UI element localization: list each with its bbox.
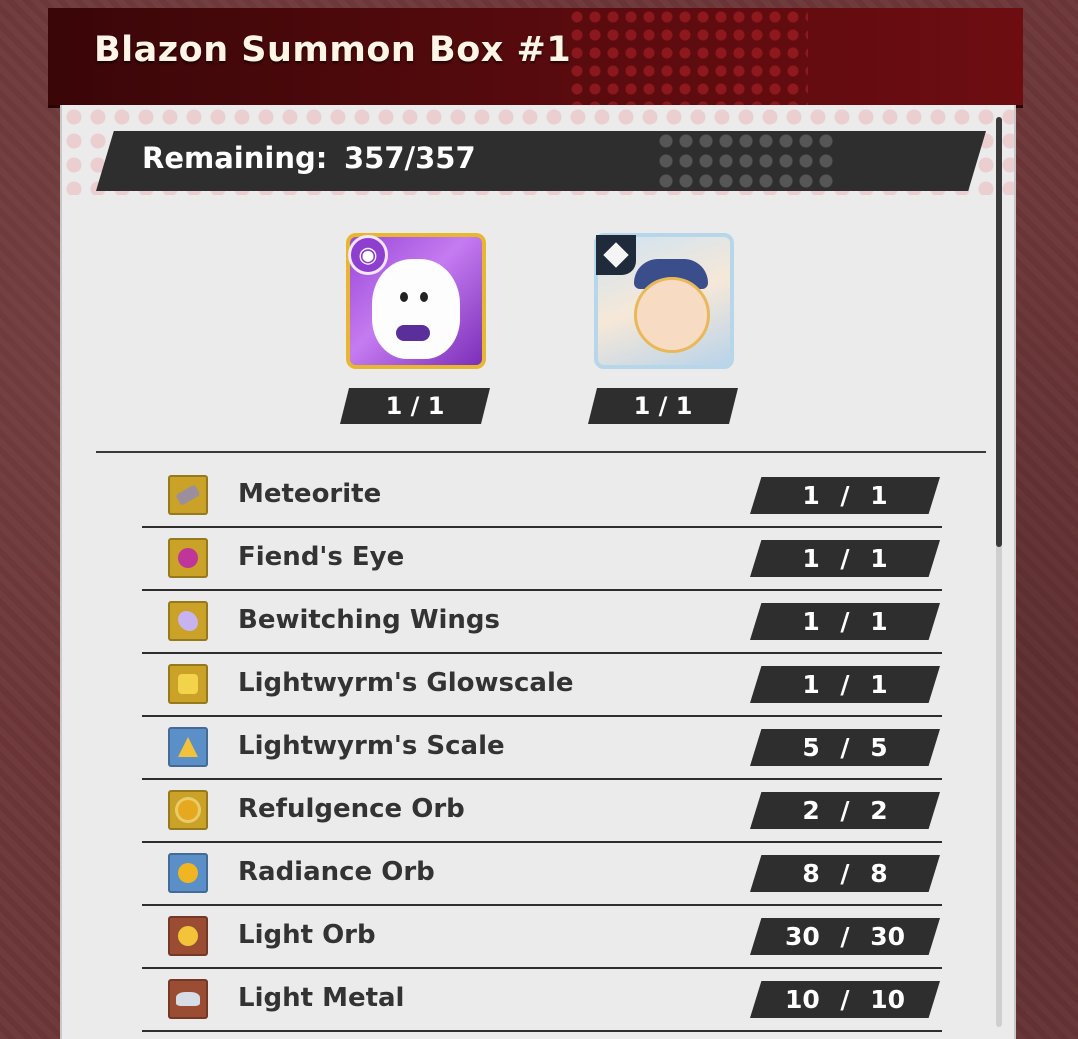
lightwyrm-scale-icon	[168, 727, 208, 767]
featured-reward[interactable]: 1 / 1	[588, 233, 738, 433]
item-count: 10 / 10	[750, 981, 940, 1018]
item-count: 1 / 1	[750, 477, 940, 514]
divider	[96, 451, 986, 453]
item-name: Fiend's Eye	[238, 542, 405, 572]
lightwyrm-glowscale-icon	[168, 664, 208, 704]
item-count: 8 / 8	[750, 855, 940, 892]
list-item[interactable]: Lightwyrm's Scale 5 / 5	[142, 717, 942, 780]
fiends-eye-icon	[168, 538, 208, 578]
radiance-orb-icon	[168, 853, 208, 893]
dialog-title: Blazon Summon Box #1	[94, 30, 572, 70]
light-metal-icon	[168, 979, 208, 1019]
item-name: Bewitching Wings	[238, 605, 501, 635]
title-bar: Blazon Summon Box #1	[48, 8, 1023, 108]
remaining-pattern	[656, 131, 836, 191]
list-item[interactable]: Lightwyrm's Glowscale 1 / 1	[142, 654, 942, 717]
item-count: 30 / 30	[750, 918, 940, 955]
item-name: Refulgence Orb	[238, 794, 465, 824]
item-name: Meteorite	[238, 479, 382, 509]
item-name: Radiance Orb	[238, 857, 435, 887]
ghost-wyrmprint-icon[interactable]: ◉	[346, 233, 486, 369]
item-name: Lightwyrm's Glowscale	[238, 668, 574, 698]
remaining-label: Remaining:	[142, 141, 328, 175]
list-item[interactable]: Refulgence Orb 2 / 2	[142, 780, 942, 843]
diamond-badge-icon	[596, 235, 636, 275]
item-count: 5 / 5	[750, 729, 940, 766]
ghost-figure	[372, 259, 460, 359]
item-count: 2 / 2	[750, 792, 940, 829]
summon-box-dialog: Blazon Summon Box #1 Remaining: 357/357 …	[48, 8, 1023, 1039]
item-list: Meteorite 1 / 1 Fiend's Eye 1 / 1 Bewitc…	[142, 465, 942, 1032]
list-item[interactable]: Light Metal 10 / 10	[142, 969, 942, 1032]
winter-girl-wyrmprint-icon[interactable]	[594, 233, 734, 369]
list-item[interactable]: Radiance Orb 8 / 8	[142, 843, 942, 906]
girl-face	[634, 277, 710, 353]
purple-swirl-badge-icon: ◉	[348, 235, 388, 275]
list-item[interactable]: Bewitching Wings 1 / 1	[142, 591, 942, 654]
item-count: 1 / 1	[750, 540, 940, 577]
reward-count: 1 / 1	[588, 388, 738, 424]
item-name: Light Metal	[238, 983, 405, 1013]
ghost-eye	[420, 292, 428, 302]
reward-count: 1 / 1	[340, 388, 490, 424]
featured-reward[interactable]: ◉ 1 / 1	[340, 233, 490, 433]
refulgence-orb-icon	[168, 790, 208, 830]
item-name: Light Orb	[238, 920, 376, 950]
ghost-bow	[396, 325, 430, 341]
remaining-value: 357/357	[344, 141, 476, 175]
ghost-eye	[400, 292, 408, 302]
item-count: 1 / 1	[750, 603, 940, 640]
remaining-bar: Remaining: 357/357	[96, 131, 986, 191]
list-item[interactable]: Meteorite 1 / 1	[142, 465, 942, 528]
item-name: Lightwyrm's Scale	[238, 731, 505, 761]
scrollbar-thumb[interactable]	[996, 117, 1002, 547]
light-orb-icon	[168, 916, 208, 956]
meteorite-icon	[168, 475, 208, 515]
item-count: 1 / 1	[750, 666, 940, 703]
list-item[interactable]: Light Orb 30 / 30	[142, 906, 942, 969]
title-pattern	[568, 8, 808, 105]
bewitching-wings-icon	[168, 601, 208, 641]
content-panel[interactable]: Remaining: 357/357 ◉ 1 / 1 1 / 1 Meteori…	[60, 105, 1016, 1039]
list-item[interactable]: Fiend's Eye 1 / 1	[142, 528, 942, 591]
